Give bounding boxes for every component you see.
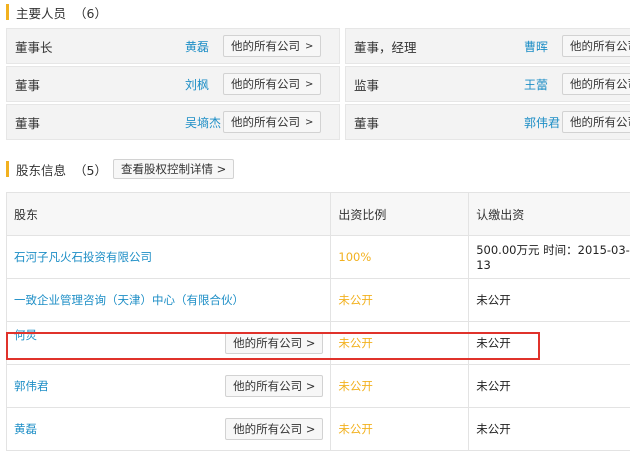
shareholders-table: 股东 出资比例 认缴出资 石河子凡火石投资有限公司 100% 500.00万元 …	[5, 192, 630, 451]
table-header-row: 股东 出资比例 认缴出资	[5, 192, 630, 236]
ratio-cell: 100%	[330, 235, 470, 279]
shareholder-name-link[interactable]: 何炅	[14, 327, 37, 343]
other-companies-button[interactable]: 他的所有公司 >	[225, 332, 324, 354]
ratio-value: 未公开	[338, 293, 373, 307]
subscribed-cell: 500.00万元 时间：2015-03-13	[468, 235, 630, 279]
other-companies-button[interactable]: 他的所有公司>	[223, 111, 322, 133]
person-role: 董事	[354, 115, 380, 131]
shareholder-cell: 一致企业管理咨询（天津）中心（有限合伙）	[5, 278, 332, 322]
table-row: 郭伟君 他的所有公司 > 未公开 未公开	[5, 364, 630, 408]
ratio-value: 100%	[338, 250, 372, 264]
person-role: 董事，经理	[354, 39, 417, 55]
person-cell: 董事，经理 曹晖 他的所有公司>	[345, 28, 630, 64]
person-cell: 董事 吴墒杰 他的所有公司 >	[6, 104, 340, 140]
ratio-value: 未公开	[338, 336, 373, 350]
person-cell: 董事 郭伟君 他的所有公司>	[345, 104, 630, 140]
ratio-value: 未公开	[338, 379, 373, 393]
section-count: （6）	[74, 5, 107, 21]
column-header-ratio: 出资比例	[330, 192, 470, 236]
section-title: 主要人员	[16, 5, 67, 21]
equity-control-details-button[interactable]: 查看股权控制详情 >	[112, 159, 235, 179]
person-name-link[interactable]: 吴墒杰	[185, 105, 221, 139]
other-companies-button[interactable]: 他的所有公司>	[223, 73, 322, 95]
person-name-link[interactable]: 曹晖	[524, 29, 548, 63]
person-cell: 董事 刘枫 他的所有公司 >	[6, 66, 340, 102]
ratio-cell: 未公开	[330, 321, 470, 365]
shareholder-name-link[interactable]: 石河子凡火石投资有限公司	[14, 250, 152, 264]
shareholder-cell: 黄磊 他的所有公司 >	[5, 407, 332, 451]
other-companies-button[interactable]: 他的所有公司>	[562, 73, 630, 95]
person-name-link[interactable]: 郭伟君	[524, 105, 560, 139]
subscribed-cell: 未公开	[468, 364, 630, 408]
ratio-value: 未公开	[338, 422, 373, 436]
person-role: 董事	[15, 115, 41, 131]
person-name-link[interactable]: 刘枫	[185, 67, 209, 101]
person-role: 董事	[15, 77, 41, 93]
shareholder-name-link[interactable]: 黄磊	[14, 421, 37, 437]
section-accent-bar	[6, 4, 9, 20]
shareholders-header: 股东信息 （5） 查看股权控制详情 >	[0, 158, 235, 180]
table-row: 石河子凡火石投资有限公司 100% 500.00万元 时间：2015-03-13	[5, 235, 630, 279]
shareholder-name-link[interactable]: 一致企业管理咨询（天津）中心（有限合伙）	[14, 293, 244, 307]
section-count: （5）	[74, 162, 107, 178]
shareholder-cell: 石河子凡火石投资有限公司	[5, 235, 332, 279]
person-cell: 董事长 黄磊 他的所有公司 >	[6, 28, 340, 64]
column-header-shareholder: 股东	[5, 192, 332, 236]
shareholder-cell: 何炅 他的所有公司 >	[5, 321, 332, 365]
section-accent-bar	[6, 161, 9, 177]
other-companies-button[interactable]: 他的所有公司>	[562, 111, 630, 133]
ratio-cell: 未公开	[330, 407, 470, 451]
ratio-cell: 未公开	[330, 278, 470, 322]
chevron-right-icon: >	[305, 116, 314, 128]
person-cell: 监事 王蕾 他的所有公司>	[345, 66, 630, 102]
other-companies-button[interactable]: 他的所有公司 >	[225, 375, 324, 397]
person-role: 监事	[354, 77, 380, 93]
shareholder-name-link[interactable]: 郭伟君	[14, 378, 49, 394]
shareholder-cell: 郭伟君 他的所有公司 >	[5, 364, 332, 408]
other-companies-button[interactable]: 他的所有公司 >	[225, 418, 324, 440]
main-people-header: 主要人员 （6）	[0, 1, 107, 23]
subscribed-cell: 未公开	[468, 407, 630, 451]
person-name-link[interactable]: 王蕾	[524, 67, 548, 101]
other-companies-button[interactable]: 他的所有公司>	[562, 35, 630, 57]
column-header-subscribed: 认缴出资	[468, 192, 630, 236]
subscribed-cell: 未公开	[468, 278, 630, 322]
person-role: 董事长	[15, 39, 53, 55]
chevron-right-icon: >	[305, 40, 314, 52]
other-companies-button[interactable]: 他的所有公司>	[223, 35, 322, 57]
chevron-right-icon: >	[305, 78, 314, 90]
table-row: 黄磊 他的所有公司 > 未公开 未公开	[5, 407, 630, 451]
section-title: 股东信息	[16, 162, 67, 178]
table-row: 何炅 他的所有公司 > 未公开 未公开	[5, 321, 630, 365]
table-row: 一致企业管理咨询（天津）中心（有限合伙） 未公开 未公开	[5, 278, 630, 322]
person-name-link[interactable]: 黄磊	[185, 29, 209, 63]
subscribed-cell: 未公开	[468, 321, 630, 365]
ratio-cell: 未公开	[330, 364, 470, 408]
